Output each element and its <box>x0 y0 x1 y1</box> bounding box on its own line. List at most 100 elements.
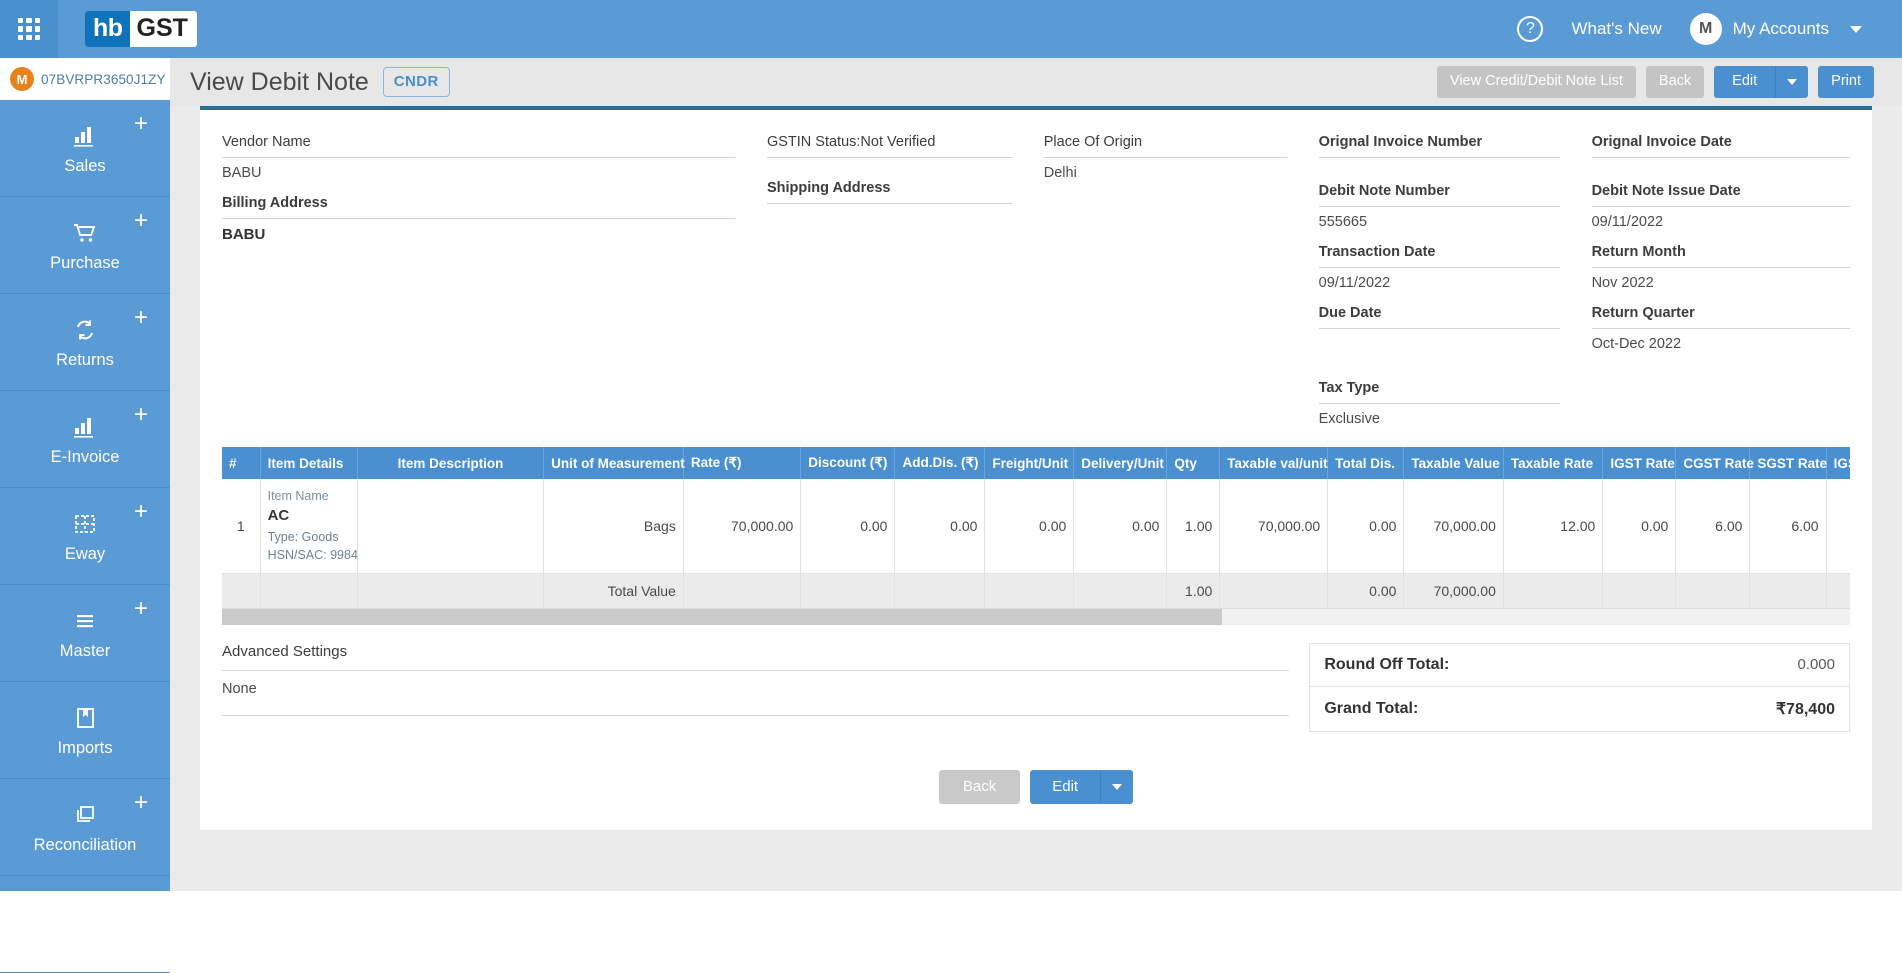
total-value-label: Total Value <box>543 573 684 609</box>
column-header-rate[interactable]: Rate (₹) <box>683 447 802 479</box>
bar-chart-icon <box>72 412 98 442</box>
original-invoice-number-label: Orignal Invoice Number <box>1318 128 1560 158</box>
place-of-origin-value: Delhi <box>1043 165 1077 181</box>
return-month-label: Return Month <box>1591 238 1850 268</box>
vendor-name-field: Vendor Name BABU <box>222 128 735 187</box>
total-cell-blank-3 <box>357 573 545 609</box>
scrollbar-thumb[interactable] <box>222 608 1222 625</box>
sidebar-item-purchase[interactable]: + Purchase <box>0 197 170 294</box>
edit-dropdown-toggle-top[interactable] <box>1775 66 1809 98</box>
total-cell-blank-2 <box>260 573 358 609</box>
round-off-total-value: 0.000 <box>1797 656 1835 674</box>
edit-button-top[interactable]: Edit <box>1714 66 1776 98</box>
due-date-value <box>1319 329 1560 346</box>
plus-icon[interactable]: + <box>134 112 148 136</box>
column-header-qty[interactable]: Qty <box>1166 447 1221 479</box>
column-header-igst-amt[interactable]: IGST Amt <box>1826 447 1850 479</box>
column-header-add-discount[interactable]: Add.Dis. (₹) <box>894 447 986 479</box>
whats-new-link[interactable]: What's New <box>1571 19 1661 39</box>
column-header-freight-unit[interactable]: Freight/Unit <box>984 447 1075 479</box>
edit-split-button-bottom: Edit <box>1030 769 1134 805</box>
brand-logo-hb: hb <box>85 11 130 47</box>
column-header-item-description[interactable]: Item Description <box>357 447 545 479</box>
original-invoice-date-field: Orignal Invoice Date <box>1591 128 1850 175</box>
plus-icon[interactable]: + <box>134 403 148 427</box>
sidebar-item-master[interactable]: + Master <box>0 585 170 682</box>
hamburger-icon <box>72 906 98 936</box>
sidebar-item-label: Reconciliation <box>33 835 137 854</box>
column-header-taxable-val-unit[interactable]: Taxable val/unit <box>1219 447 1329 479</box>
sidebar-item-label: Purchase <box>50 253 120 272</box>
column-header-taxable-rate[interactable]: Taxable Rate <box>1503 447 1604 479</box>
items-table-horizontal-scrollbar[interactable] <box>222 608 1850 625</box>
original-invoice-date-label: Orignal Invoice Date <box>1591 128 1850 158</box>
return-quarter-label: Return Quarter <box>1591 299 1850 329</box>
plus-icon[interactable]: + <box>134 209 148 233</box>
bookmark-book-icon <box>72 703 98 733</box>
footer-action-group: Back Edit <box>222 769 1850 811</box>
sidebar-item-label: E-Invoice <box>50 447 120 466</box>
column-header-index[interactable]: # <box>222 447 261 479</box>
column-header-uom[interactable]: Unit of Measurement <box>543 447 685 479</box>
cell-add-discount: 0.00 <box>894 479 986 574</box>
plus-icon[interactable]: + <box>134 306 148 330</box>
total-cell-igst-amt: 0.00 <box>1826 573 1850 609</box>
items-table-header-row: # Item Details Item Description Unit of … <box>222 447 1850 479</box>
original-invoice-date-value <box>1592 158 1850 175</box>
view-credit-debit-note-list-button[interactable]: View Credit/Debit Note List <box>1436 66 1636 98</box>
sidebar-item-e-invoice[interactable]: + E-Invoice <box>0 391 170 488</box>
return-quarter-field: Return Quarter Oct-Dec 2022 <box>1591 299 1850 358</box>
sidebar-item-sales[interactable]: + Sales <box>0 100 170 197</box>
apps-grid-button[interactable] <box>0 0 58 58</box>
advanced-settings-label: Advanced Settings <box>222 643 1290 671</box>
form-column-origin: Place Of Origin Delhi <box>1043 128 1319 435</box>
question-mark-icon[interactable]: ? <box>1517 16 1544 42</box>
copy-layers-icon <box>72 800 98 830</box>
total-cell-blank-12 <box>1675 573 1751 609</box>
return-month-value: Nov 2022 <box>1591 275 1654 291</box>
debit-note-number-value: 555665 <box>1318 214 1368 230</box>
cell-rate: 70,000.00 <box>683 479 802 574</box>
column-header-discount[interactable]: Discount (₹) <box>800 447 896 479</box>
column-header-cgst-rate[interactable]: CGST Rate <box>1675 447 1754 479</box>
my-accounts-menu[interactable]: M My Accounts <box>1689 13 1862 45</box>
top-bar-right-group: ? What's New M My Accounts <box>1517 13 1902 45</box>
gstin-avatar: M <box>10 67 34 91</box>
sidebar-item-eway[interactable]: + Eway <box>0 488 170 585</box>
gstin-status-field: GSTIN Status:Not Verified <box>766 128 1012 172</box>
sidebar-item-imports[interactable]: Imports <box>0 682 170 779</box>
edit-split-button: Edit <box>1714 66 1809 98</box>
page-header-bar: View Debit Note CNDR View Credit/Debit N… <box>170 58 1902 106</box>
total-cell-blank-8 <box>1073 573 1168 609</box>
column-header-delivery-unit[interactable]: Delivery/Unit <box>1073 447 1168 479</box>
shipping-address-label: Shipping Address <box>766 174 1012 204</box>
back-button-bottom[interactable]: Back <box>938 769 1021 805</box>
sidebar-gstin-selector[interactable]: M 07BVRPR3650J1ZY <box>0 58 170 100</box>
plus-icon[interactable]: + <box>134 791 148 815</box>
sidebar-item-reconciliation[interactable]: + Reconciliation <box>0 779 170 876</box>
back-button-top[interactable]: Back <box>1645 66 1705 98</box>
print-button[interactable]: Print <box>1818 66 1874 98</box>
grand-total-label: Grand Total: <box>1324 699 1419 717</box>
column-header-sgst-rate[interactable]: SGST Rate <box>1749 447 1827 479</box>
form-column-vendor: Vendor Name BABU Billing Address BABU <box>222 128 767 435</box>
plus-icon[interactable]: + <box>134 500 148 524</box>
sidebar-item-label: Sales <box>64 156 106 175</box>
sidebar-item-returns[interactable]: + Returns <box>0 294 170 391</box>
brand-logo[interactable]: hb GST <box>85 11 197 47</box>
column-header-item-details[interactable]: Item Details <box>260 447 358 479</box>
form-column-invoice-right: Orignal Invoice Date Debit Note Issue Da… <box>1591 128 1850 435</box>
grand-total-value: ₹78,400 <box>1775 700 1835 718</box>
plus-icon[interactable]: + <box>134 597 148 621</box>
transaction-date-label: Transaction Date <box>1318 238 1560 268</box>
plus-icon[interactable]: + <box>134 888 148 912</box>
total-cell-total-dis: 0.00 <box>1327 573 1405 609</box>
column-header-igst-rate[interactable]: IGST Rate <box>1602 447 1677 479</box>
edit-button-bottom[interactable]: Edit <box>1030 769 1101 805</box>
return-quarter-value: Oct-Dec 2022 <box>1591 336 1682 352</box>
column-header-taxable-value[interactable]: Taxable Value <box>1403 447 1504 479</box>
top-navigation-bar: hb GST ? What's New M My Accounts <box>0 0 1902 58</box>
place-of-origin-label: Place Of Origin <box>1043 128 1287 158</box>
edit-dropdown-toggle-bottom[interactable] <box>1100 769 1134 805</box>
column-header-total-dis[interactable]: Total Dis. <box>1327 447 1405 479</box>
